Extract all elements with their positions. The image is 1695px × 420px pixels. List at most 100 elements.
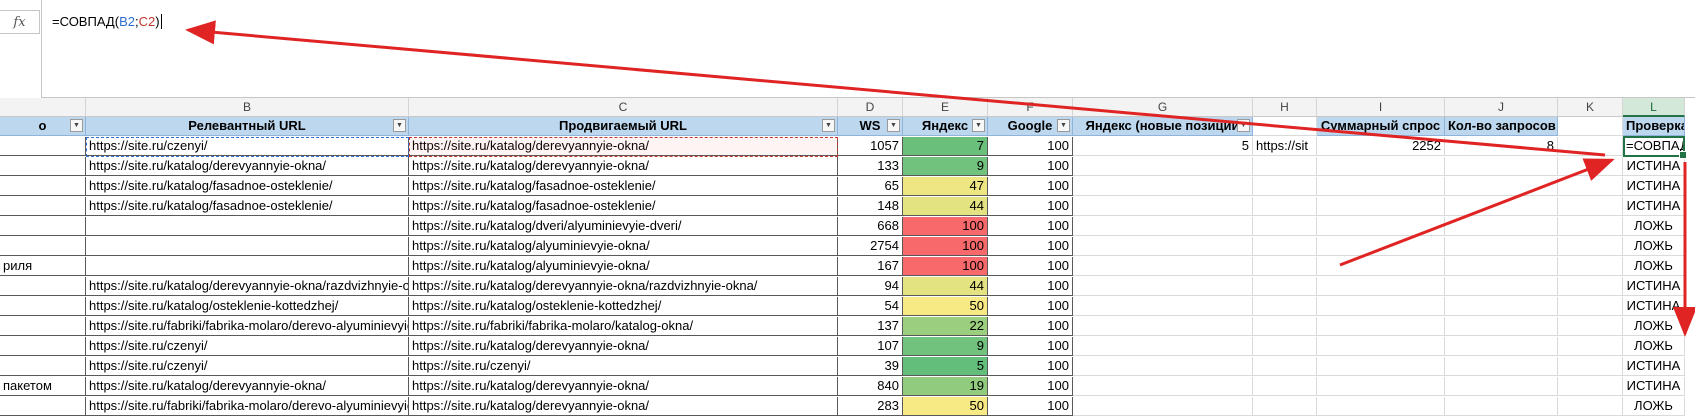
header-cell-a[interactable]: о ▼	[0, 117, 86, 136]
cell-f5[interactable]: 100	[988, 197, 1073, 216]
cell-i6[interactable]	[1317, 217, 1445, 236]
cell-d15[interactable]: 283	[838, 397, 903, 416]
filter-dropdown-icon[interactable]: ▼	[393, 119, 406, 132]
cell-b12[interactable]: https://site.ru/czenyi/	[86, 337, 409, 356]
cell-f11[interactable]: 100	[988, 317, 1073, 336]
cell-c10[interactable]: https://site.ru/katalog/osteklenie-kotte…	[409, 297, 838, 316]
cell-f10[interactable]: 100	[988, 297, 1073, 316]
cell-e10[interactable]: 50	[903, 297, 988, 316]
cell-k2[interactable]	[1558, 137, 1623, 156]
cell-g7[interactable]	[1073, 237, 1253, 256]
cell-f15[interactable]: 100	[988, 397, 1073, 416]
cell-i9[interactable]	[1317, 277, 1445, 296]
cell-d10[interactable]: 54	[838, 297, 903, 316]
cell-a8[interactable]: риля	[0, 257, 86, 276]
cell-d5[interactable]: 148	[838, 197, 903, 216]
cell-a3[interactable]	[0, 157, 86, 176]
cell-l7[interactable]: ЛОЖЬ	[1623, 237, 1685, 256]
cell-g6[interactable]	[1073, 217, 1253, 236]
cell-a2[interactable]	[0, 137, 86, 156]
cell-c6[interactable]: https://site.ru/katalog/dveri/alyuminiev…	[409, 217, 838, 236]
cell-k8[interactable]	[1558, 257, 1623, 276]
cell-i3[interactable]	[1317, 157, 1445, 176]
cell-l9[interactable]: ИСТИНА	[1623, 277, 1685, 296]
cell-i4[interactable]	[1317, 177, 1445, 196]
cell-b4[interactable]: https://site.ru/katalog/fasadnoe-ostekle…	[86, 177, 409, 196]
cell-a6[interactable]	[0, 217, 86, 236]
cell-l10[interactable]: ИСТИНА	[1623, 297, 1685, 316]
cell-e7[interactable]: 100	[903, 237, 988, 256]
cell-a7[interactable]	[0, 237, 86, 256]
column-header-e[interactable]: E	[903, 98, 988, 117]
column-header-j[interactable]: J	[1445, 98, 1558, 117]
cell-d12[interactable]: 107	[838, 337, 903, 356]
cell-k15[interactable]	[1558, 397, 1623, 416]
cell-k4[interactable]	[1558, 177, 1623, 196]
cell-k13[interactable]	[1558, 357, 1623, 376]
column-header-h[interactable]: H	[1253, 98, 1317, 117]
cell-i11[interactable]	[1317, 317, 1445, 336]
cell-b15[interactable]: https://site.ru/fabriki/fabrika-molaro/d…	[86, 397, 409, 416]
cell-i15[interactable]	[1317, 397, 1445, 416]
cell-i2[interactable]: 2252	[1317, 137, 1445, 156]
cell-h10[interactable]	[1253, 297, 1317, 316]
column-header-k[interactable]: K	[1558, 98, 1623, 117]
cell-g2[interactable]: 5	[1073, 137, 1253, 156]
cell-f12[interactable]: 100	[988, 337, 1073, 356]
cell-j10[interactable]	[1445, 297, 1558, 316]
header-cell-d[interactable]: WS ▼	[838, 117, 903, 136]
filter-dropdown-icon[interactable]: ▼	[1237, 119, 1250, 132]
cell-e15[interactable]: 50	[903, 397, 988, 416]
cell-h9[interactable]	[1253, 277, 1317, 296]
column-header-f[interactable]: F	[988, 98, 1073, 117]
cell-e13[interactable]: 5	[903, 357, 988, 376]
cell-c4[interactable]: https://site.ru/katalog/fasadnoe-ostekle…	[409, 177, 838, 196]
header-cell-j[interactable]: Кол-во запросов	[1445, 117, 1558, 136]
cell-b9[interactable]: https://site.ru/katalog/derevyannyie-okn…	[86, 277, 409, 296]
cell-a4[interactable]	[0, 177, 86, 196]
cell-k6[interactable]	[1558, 217, 1623, 236]
cell-c15[interactable]: https://site.ru/katalog/derevyannyie-okn…	[409, 397, 838, 416]
cell-h11[interactable]	[1253, 317, 1317, 336]
filter-dropdown-icon[interactable]: ▼	[1057, 119, 1070, 132]
header-cell-i[interactable]: Суммарный спрос	[1317, 117, 1445, 136]
cell-h13[interactable]	[1253, 357, 1317, 376]
cell-j7[interactable]	[1445, 237, 1558, 256]
filter-dropdown-icon[interactable]: ▼	[972, 119, 985, 132]
cell-i13[interactable]	[1317, 357, 1445, 376]
header-cell-l[interactable]: Проверка совпад	[1623, 117, 1685, 136]
column-header-g[interactable]: G	[1073, 98, 1253, 117]
cell-g11[interactable]	[1073, 317, 1253, 336]
cell-b2[interactable]: https://site.ru/czenyi/	[86, 137, 409, 156]
cell-l12[interactable]: ЛОЖЬ	[1623, 337, 1685, 356]
cell-l8[interactable]: ЛОЖЬ	[1623, 257, 1685, 276]
cell-h6[interactable]	[1253, 217, 1317, 236]
cell-l15[interactable]: ЛОЖЬ	[1623, 397, 1685, 416]
cell-i5[interactable]	[1317, 197, 1445, 216]
cell-c2[interactable]: https://site.ru/katalog/derevyannyie-okn…	[409, 137, 838, 156]
cell-d14[interactable]: 840	[838, 377, 903, 396]
cell-l13[interactable]: ИСТИНА	[1623, 357, 1685, 376]
cell-e12[interactable]: 9	[903, 337, 988, 356]
filter-dropdown-icon[interactable]: ▼	[70, 119, 83, 132]
header-cell-b[interactable]: Релевантный URL ▼	[86, 117, 409, 136]
cell-c3[interactable]: https://site.ru/katalog/derevyannyie-okn…	[409, 157, 838, 176]
cell-e5[interactable]: 44	[903, 197, 988, 216]
cell-l11[interactable]: ЛОЖЬ	[1623, 317, 1685, 336]
cell-b10[interactable]: https://site.ru/katalog/osteklenie-kotte…	[86, 297, 409, 316]
cell-j5[interactable]	[1445, 197, 1558, 216]
cell-b5[interactable]: https://site.ru/katalog/fasadnoe-ostekle…	[86, 197, 409, 216]
cell-f4[interactable]: 100	[988, 177, 1073, 196]
cell-c13[interactable]: https://site.ru/czenyi/	[409, 357, 838, 376]
cell-b6[interactable]	[86, 217, 409, 236]
cell-a5[interactable]	[0, 197, 86, 216]
cell-j4[interactable]	[1445, 177, 1558, 196]
cell-k3[interactable]	[1558, 157, 1623, 176]
cell-j2[interactable]: 8	[1445, 137, 1558, 156]
cell-k7[interactable]	[1558, 237, 1623, 256]
cell-b13[interactable]: https://site.ru/czenyi/	[86, 357, 409, 376]
cell-k5[interactable]	[1558, 197, 1623, 216]
header-cell-c[interactable]: Продвигаемый URL ▼	[409, 117, 838, 136]
cell-j3[interactable]	[1445, 157, 1558, 176]
formula-input[interactable]: =СОВПАД(B2;C2)	[41, 0, 1695, 98]
